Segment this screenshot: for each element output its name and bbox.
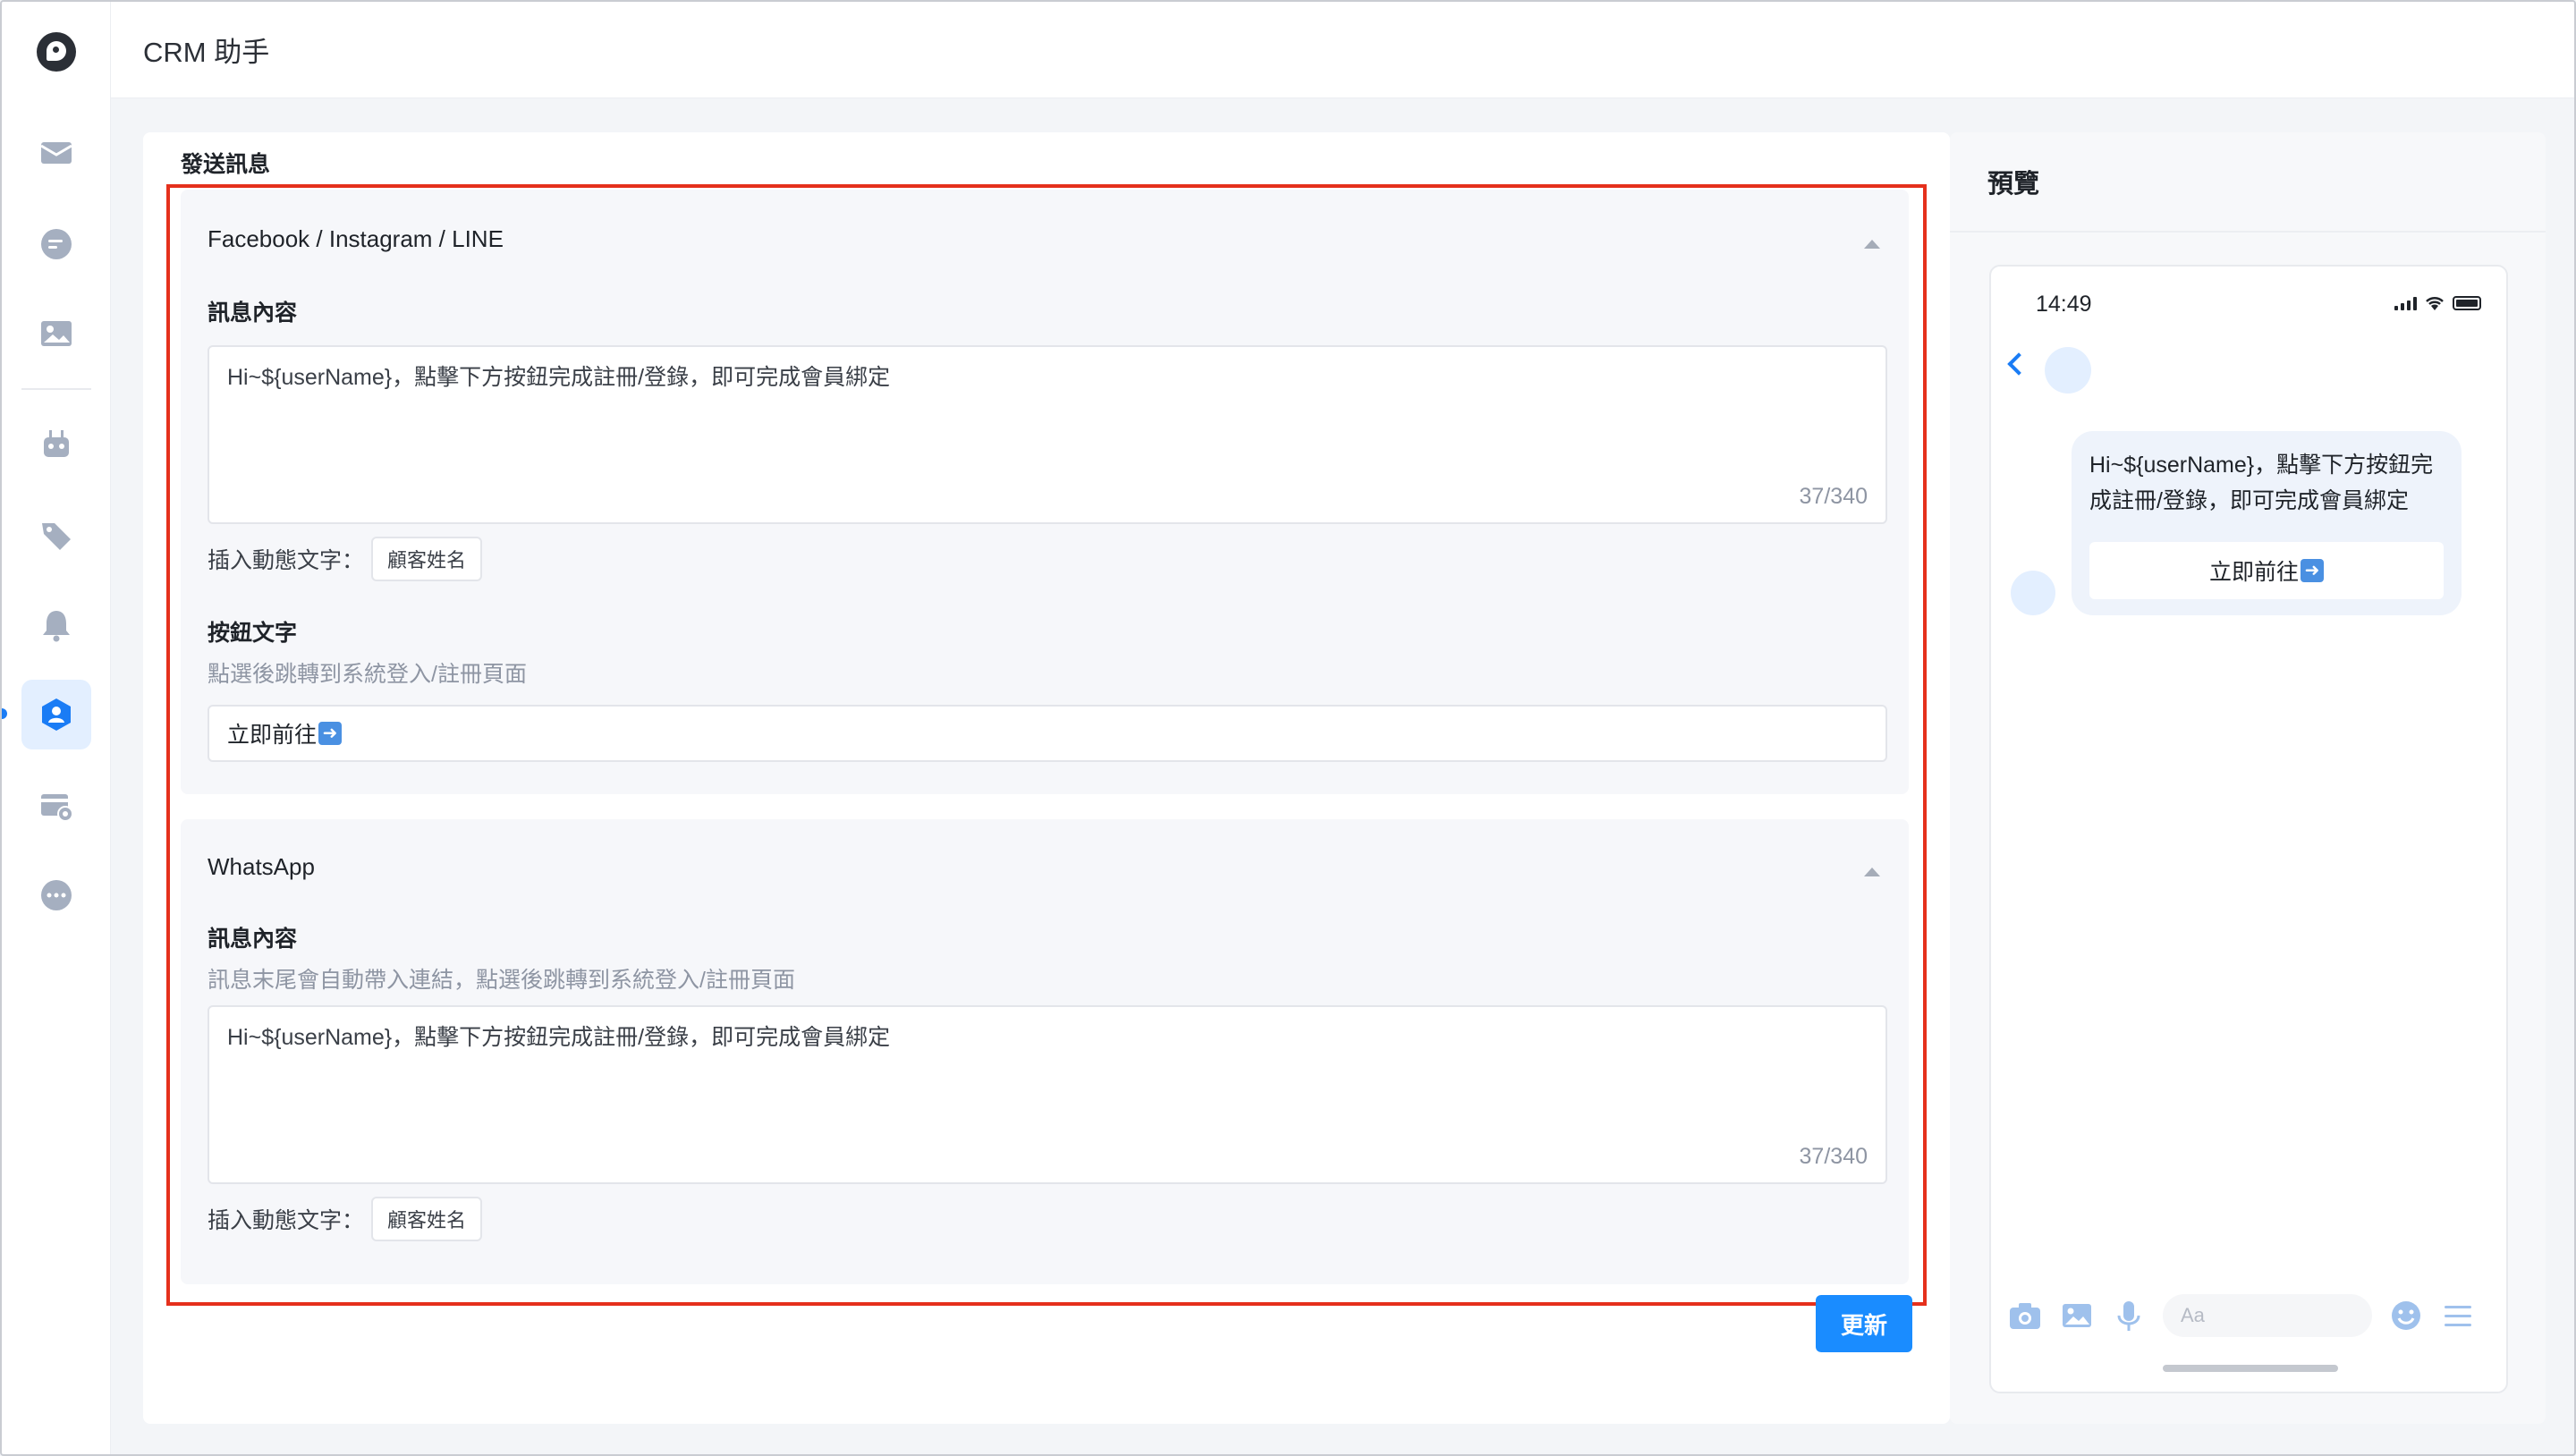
- tag-icon: [42, 523, 71, 550]
- message-content-label: 訊息內容: [208, 301, 298, 326]
- image-icon: [41, 321, 72, 346]
- message-bubble: Hi~${userName}，點擊下方按鈕完成註冊/登錄，即可完成會員綁定 立即…: [2072, 431, 2462, 615]
- char-counter: 37/340: [1799, 1144, 1868, 1169]
- sidebar-item-tags[interactable]: [21, 501, 91, 571]
- signal-icon: [2394, 296, 2417, 310]
- char-counter: 37/340: [1799, 484, 1868, 509]
- button-text-input[interactable]: 立即前往 ➜: [208, 705, 1887, 762]
- member-icon: [42, 698, 71, 731]
- sidebar-divider: [21, 388, 91, 390]
- camera-icon[interactable]: [2007, 1298, 2043, 1333]
- message-settings-card: 發送訊息 Facebook / Instagram / LINE 訊息內容 Hi…: [143, 132, 1950, 1424]
- whatsapp-message-label: 訊息內容: [208, 927, 298, 952]
- bubble-button-label: 立即前往: [2208, 560, 2299, 585]
- panel-whatsapp: WhatsApp 訊息內容 訊息末尾會自動帶入連結，點選後跳轉到系統登入/註冊頁…: [181, 819, 1909, 1284]
- top-header: CRM 助手: [111, 2, 2574, 98]
- contact-avatar: [2045, 347, 2091, 394]
- card-settings-icon: [41, 794, 73, 822]
- app-window: CRM 助手 發送訊息 Facebook / Instagram / LINE …: [0, 0, 2576, 1456]
- phone-mockup: 14:49 Hi~${userName}，點擊下方按鈕完成註冊/登錄，即可完成會…: [1989, 265, 2508, 1393]
- sidebar-item-members[interactable]: [21, 680, 91, 749]
- home-indicator: [2163, 1365, 2338, 1372]
- microphone-icon[interactable]: [2111, 1298, 2147, 1333]
- preview-panel: 預覽 14:49 Hi~${userName}，點擊下方按鈕完成註冊/登錄，即可…: [1950, 132, 2546, 1424]
- sidebar-item-bot[interactable]: [21, 410, 91, 479]
- battery-icon: [2453, 296, 2481, 310]
- insert-dynamic-row: 插入動態文字： 顧客姓名: [208, 1197, 483, 1241]
- collapse-caret-icon[interactable]: [1864, 240, 1880, 249]
- emoji-icon[interactable]: [2388, 1298, 2424, 1333]
- collapse-caret-icon[interactable]: [1864, 868, 1880, 876]
- button-text-label: 按鈕文字: [208, 621, 298, 646]
- panel-whatsapp-title: WhatsApp: [208, 853, 315, 880]
- message-composer: Aa: [2007, 1293, 2494, 1338]
- chat-icon: [41, 229, 72, 259]
- update-button[interactable]: 更新: [1816, 1295, 1912, 1352]
- robot-icon: [44, 430, 69, 457]
- sidebar-item-mail[interactable]: [21, 118, 91, 188]
- app-logo-icon[interactable]: [37, 32, 76, 72]
- status-bar-icons: [2394, 295, 2481, 311]
- sender-avatar: [2011, 571, 2055, 615]
- customer-name-chip[interactable]: 顧客姓名: [371, 537, 483, 581]
- section-label: 發送訊息: [181, 152, 271, 177]
- insert-dynamic-row: 插入動態文字： 顧客姓名: [208, 537, 483, 581]
- bubble-text: Hi~${userName}，點擊下方按鈕完成註冊/登錄，即可完成會員綁定: [2089, 453, 2434, 513]
- button-text-hint: 點選後跳轉到系統登入/註冊頁面: [208, 662, 527, 687]
- preview-title: 預覽: [1950, 132, 2546, 233]
- panel-social: Facebook / Instagram / LINE 訊息內容 Hi~${us…: [181, 190, 1909, 794]
- arrow-right-icon: ➜: [318, 722, 343, 745]
- button-text-value: 立即前往: [227, 723, 318, 748]
- whatsapp-message-textarea[interactable]: Hi~${userName}，點擊下方按鈕完成註冊/登錄，即可完成會員綁定 37…: [208, 1005, 1887, 1184]
- back-chevron-icon[interactable]: [2007, 352, 2030, 376]
- customer-name-chip[interactable]: 顧客姓名: [371, 1197, 483, 1241]
- sidebar-item-more[interactable]: [21, 860, 91, 930]
- whatsapp-message-text: Hi~${userName}，點擊下方按鈕完成註冊/登錄，即可完成會員綁定: [227, 1025, 891, 1050]
- panel-social-title: Facebook / Instagram / LINE: [208, 225, 504, 252]
- sidebar: [2, 2, 111, 1454]
- message-content-text: Hi~${userName}，點擊下方按鈕完成註冊/登錄，即可完成會員綁定: [227, 365, 891, 390]
- insert-dynamic-label: 插入動態文字：: [208, 1208, 365, 1233]
- menu-icon[interactable]: [2440, 1298, 2476, 1333]
- message-input[interactable]: Aa: [2163, 1294, 2372, 1337]
- more-icon: [41, 880, 72, 910]
- bubble-action-button[interactable]: 立即前往 ➜: [2089, 542, 2444, 599]
- insert-dynamic-label: 插入動態文字：: [208, 548, 365, 573]
- phone-time: 14:49: [2036, 292, 2092, 317]
- message-content-textarea[interactable]: Hi~${userName}，點擊下方按鈕完成註冊/登錄，即可完成會員綁定 37…: [208, 345, 1887, 524]
- sidebar-item-gallery[interactable]: [21, 299, 91, 368]
- bell-icon: [43, 611, 70, 642]
- sidebar-item-notifications[interactable]: [21, 590, 91, 660]
- sidebar-item-chat[interactable]: [21, 209, 91, 279]
- arrow-right-icon: ➜: [2301, 559, 2324, 582]
- whatsapp-message-hint: 訊息末尾會自動帶入連結，點選後跳轉到系統登入/註冊頁面: [208, 968, 795, 993]
- page-title: CRM 助手: [143, 37, 270, 68]
- wifi-icon: [2426, 297, 2444, 310]
- active-indicator: [2, 708, 7, 719]
- gallery-icon[interactable]: [2059, 1298, 2095, 1333]
- mail-icon: [40, 142, 72, 164]
- sidebar-item-card-settings[interactable]: [21, 771, 91, 841]
